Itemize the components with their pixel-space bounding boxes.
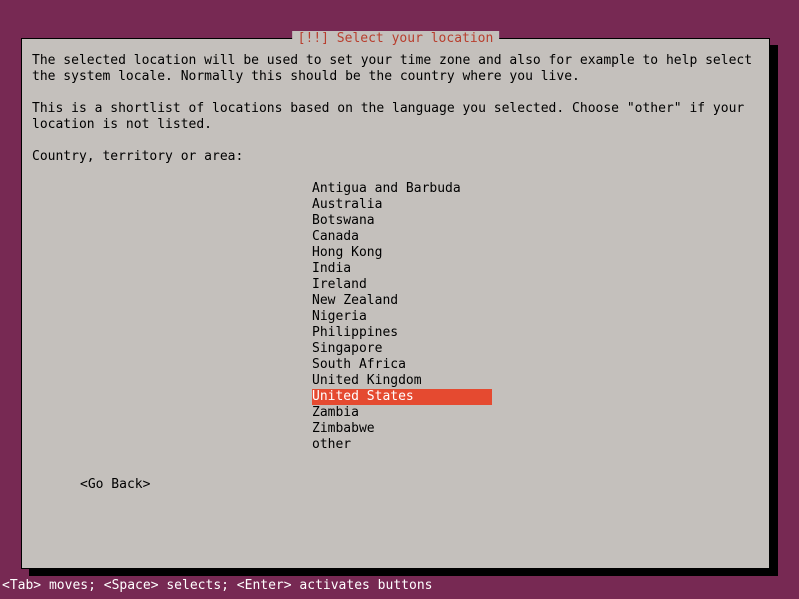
help-bar: <Tab> moves; <Space> selects; <Enter> ac… <box>2 578 432 593</box>
list-item[interactable]: Australia <box>312 197 492 213</box>
dialog-title: [!!] Select your location <box>292 31 500 46</box>
location-dialog: [!!] Select your location The selected l… <box>21 38 770 569</box>
list-item[interactable]: South Africa <box>312 357 492 373</box>
list-item[interactable]: other <box>312 437 492 453</box>
list-item[interactable]: India <box>312 261 492 277</box>
list-item[interactable]: Hong Kong <box>312 245 492 261</box>
list-item[interactable]: Singapore <box>312 341 492 357</box>
list-item[interactable]: Ireland <box>312 277 492 293</box>
list-item[interactable]: New Zealand <box>312 293 492 309</box>
list-item[interactable]: Zimbabwe <box>312 421 492 437</box>
dialog-paragraph-1: The selected location will be used to se… <box>32 53 759 85</box>
list-item[interactable]: Botswana <box>312 213 492 229</box>
list-item[interactable]: Zambia <box>312 405 492 421</box>
go-back-button[interactable]: <Go Back> <box>80 477 759 493</box>
dialog-content: The selected location will be used to se… <box>22 39 769 503</box>
list-item[interactable]: Nigeria <box>312 309 492 325</box>
dialog-prompt: Country, territory or area: <box>32 149 759 165</box>
dialog-paragraph-2: This is a shortlist of locations based o… <box>32 101 759 133</box>
list-item[interactable]: United Kingdom <box>312 373 492 389</box>
list-item[interactable]: Philippines <box>312 325 492 341</box>
list-item[interactable]: Canada <box>312 229 492 245</box>
list-item[interactable]: Antigua and Barbuda <box>312 181 492 197</box>
list-item[interactable]: United States <box>312 389 492 405</box>
location-list[interactable]: Antigua and BarbudaAustraliaBotswanaCana… <box>312 181 759 453</box>
